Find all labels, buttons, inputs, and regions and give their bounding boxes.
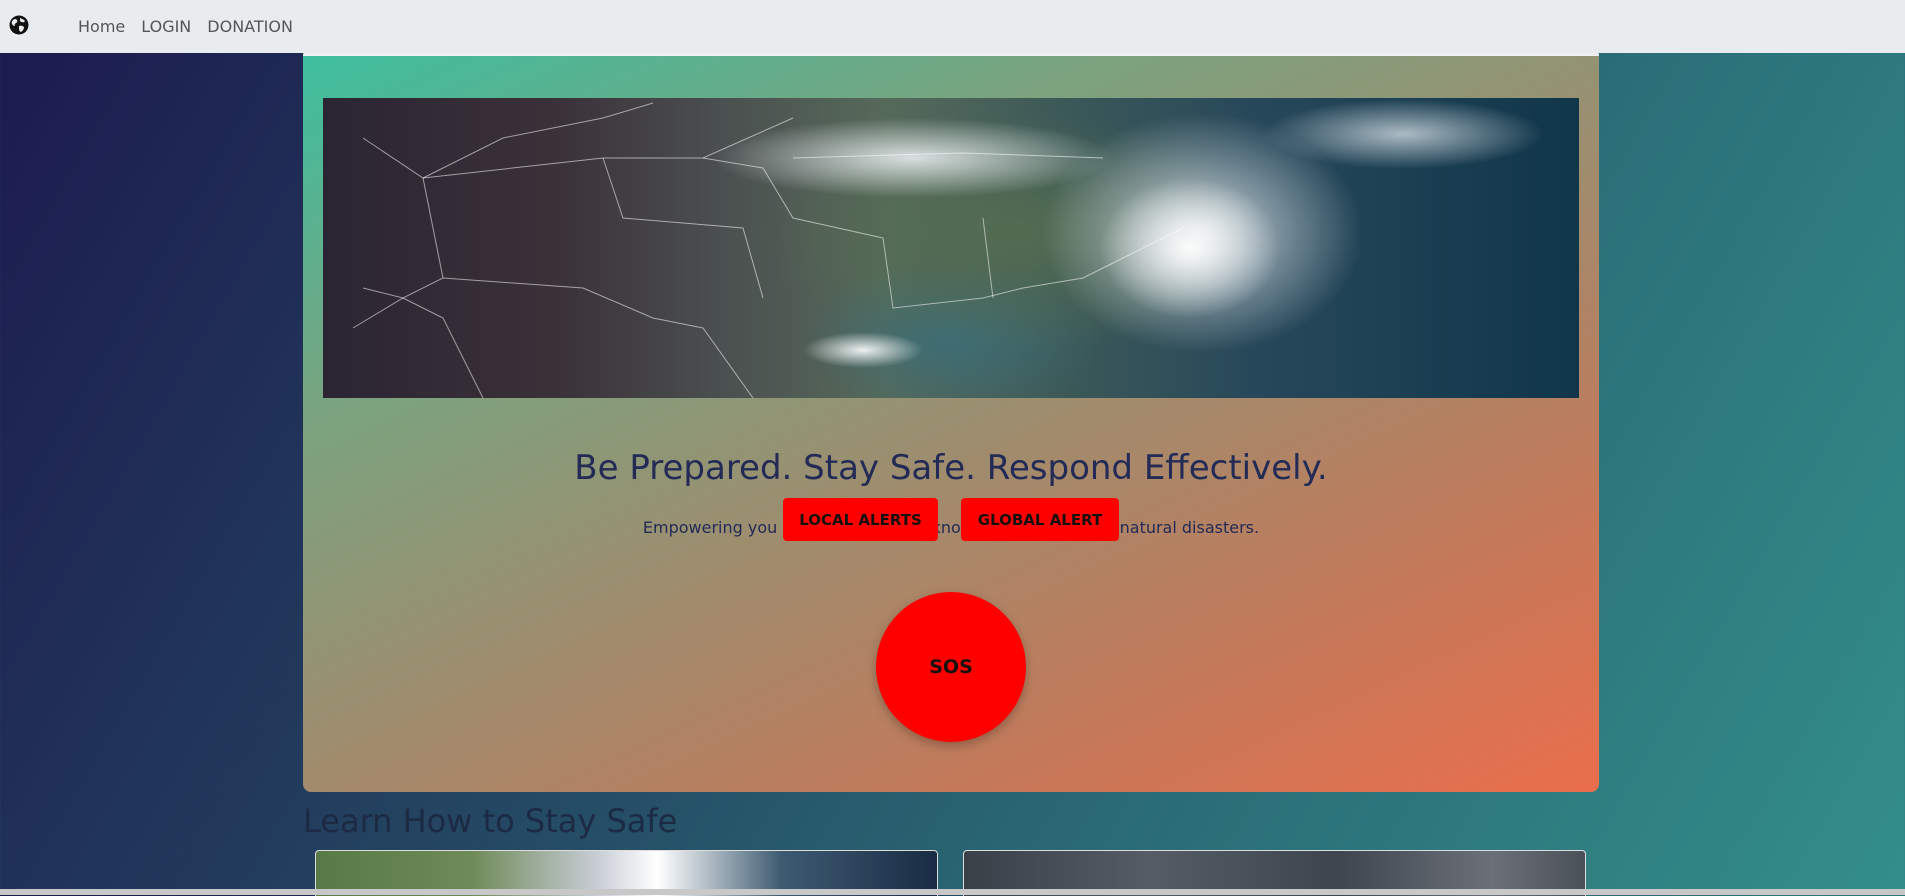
nav-links: Home LOGIN DONATION	[78, 0, 293, 53]
globe-icon[interactable]	[9, 15, 29, 35]
global-alert-button[interactable]: GLOBAL ALERT	[961, 498, 1119, 541]
hero-subline: Empowering you with the tools and knowle…	[642, 518, 1260, 537]
learn-section-title: Learn How to Stay Safe	[303, 802, 678, 840]
hero-section: Be Prepared. Stay Safe. Respond Effectiv…	[303, 48, 1599, 792]
sos-button[interactable]: SOS	[876, 592, 1026, 742]
nav-home-link[interactable]: Home	[78, 17, 125, 36]
hero-headline: Be Prepared. Stay Safe. Respond Effectiv…	[574, 448, 1328, 488]
top-navbar: Home LOGIN DONATION	[0, 0, 1905, 53]
nav-donation-link[interactable]: DONATION	[207, 17, 293, 36]
horizontal-scrollbar[interactable]	[0, 889, 1905, 895]
local-alerts-button[interactable]: LOCAL ALERTS	[783, 498, 938, 541]
hurricane-satellite-image	[323, 98, 1579, 398]
nav-login-link[interactable]: LOGIN	[141, 17, 191, 36]
